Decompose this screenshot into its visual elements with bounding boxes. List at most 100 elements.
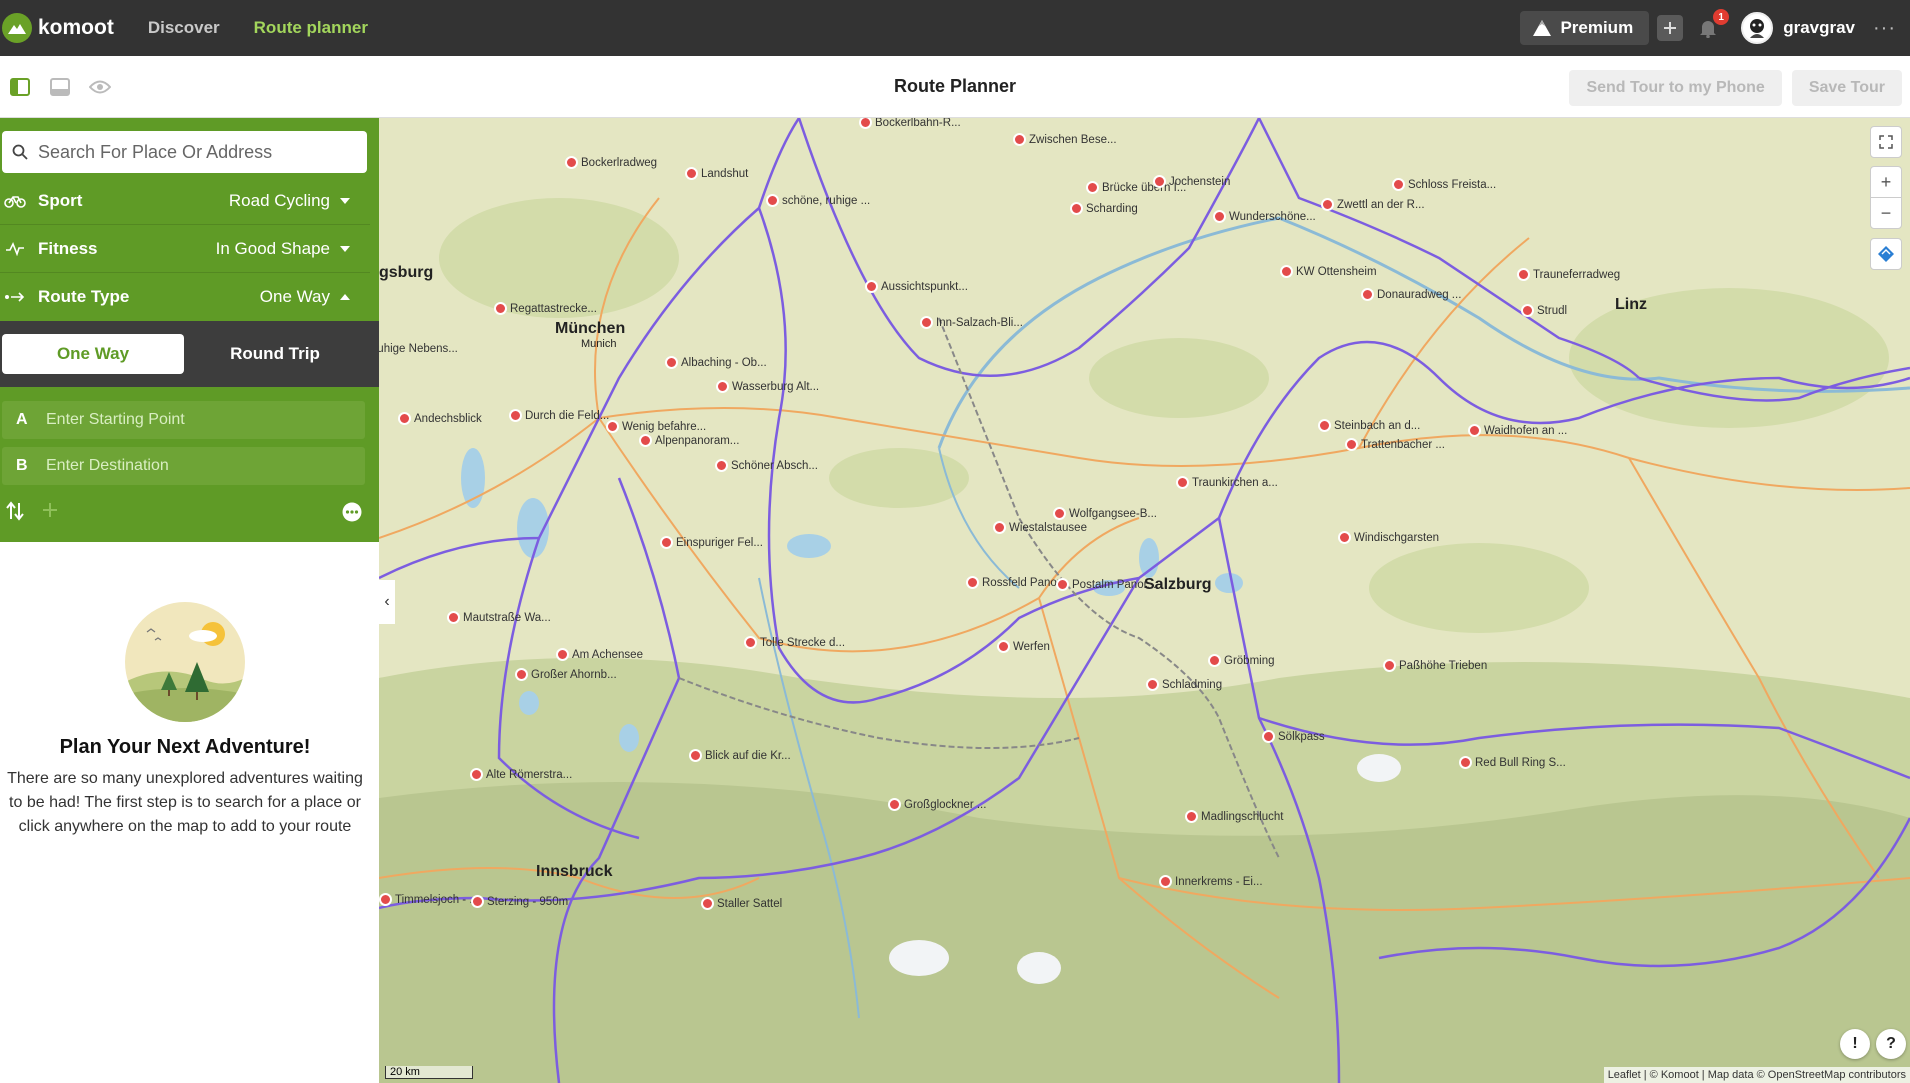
map-poi-marker[interactable]: Schladming	[1146, 678, 1222, 691]
start-point-field[interactable]: A Enter Starting Point	[2, 401, 365, 439]
map-poi-marker[interactable]: Jochenstein	[1153, 175, 1230, 188]
avatar[interactable]	[1741, 12, 1774, 44]
swap-points-icon[interactable]	[6, 501, 24, 526]
sport-selector[interactable]: Sport Road Cycling	[0, 177, 370, 225]
map-poi-marker[interactable]: Alpenpanoram...	[639, 434, 739, 447]
map-poi-marker[interactable]: Madlingschlucht	[1185, 810, 1283, 823]
map-poi-marker[interactable]: Inn-Salzach-Bli...	[920, 316, 1023, 329]
komoot-logo[interactable]: komoot	[2, 13, 114, 43]
map-poi-marker[interactable]: Wiestalstausee	[993, 521, 1087, 534]
plus-square-icon	[1664, 22, 1677, 34]
collapse-sidebar-button[interactable]: ‹	[379, 580, 395, 624]
poi-label: Schloss Freista...	[1408, 178, 1497, 191]
map-poi-marker[interactable]: Schöner Absch...	[715, 459, 818, 472]
map-poi-marker[interactable]: Alte Römerstra...	[470, 768, 572, 781]
search-input[interactable]: Search For Place Or Address	[2, 131, 367, 173]
map-poi-marker[interactable]: Blick auf die Kr...	[689, 749, 791, 762]
map-poi-marker[interactable]: Andechsblick	[398, 412, 482, 425]
map-poi-marker[interactable]: Rossfeld Panor...	[966, 576, 1070, 589]
report-issue-button[interactable]: !	[1840, 1029, 1870, 1059]
map-poi-marker[interactable]: Mautstraße Wa...	[447, 611, 551, 624]
poi-label: Innerkrems - Ei...	[1175, 875, 1263, 888]
map-poi-marker[interactable]: Großglockner ...	[888, 798, 986, 811]
poi-label: Red Bull Ring S...	[1475, 756, 1566, 769]
map-poi-marker[interactable]: Timmelsjoch - ...	[379, 893, 479, 906]
map-poi-marker[interactable]: Regattastrecke...	[494, 302, 597, 315]
map-poi-marker[interactable]: Donauradweg ...	[1361, 288, 1461, 301]
nav-route-planner[interactable]: Route planner	[254, 18, 368, 38]
add-waypoint-icon[interactable]	[42, 502, 58, 523]
route-type-selector[interactable]: Route Type One Way	[0, 273, 370, 321]
map-city-label: München	[555, 320, 626, 337]
map-attribution[interactable]: Leaflet | © Komoot | Map data © OpenStre…	[1603, 1067, 1910, 1083]
map-poi-marker[interactable]: Red Bull Ring S...	[1459, 756, 1566, 769]
one-way-option[interactable]: One Way	[2, 334, 184, 374]
map-poi-marker[interactable]: Albaching - Ob...	[665, 356, 767, 369]
map-poi-marker[interactable]: Bockerlradweg	[565, 156, 657, 169]
map-poi-marker[interactable]: Paßhöhe Trieben	[1383, 659, 1487, 672]
map-poi-marker[interactable]: Einspuriger Fel...	[660, 536, 763, 549]
map-poi-marker[interactable]: Wolfgangsee-B...	[1053, 507, 1157, 520]
zoom-out-button[interactable]: −	[1870, 197, 1902, 229]
bike-poi-icon	[859, 118, 872, 129]
map-poi-marker[interactable]: Aussichtspunkt...	[865, 280, 968, 293]
map-poi-marker[interactable]: Traunkirchen a...	[1176, 476, 1278, 489]
map-poi-marker[interactable]: KW Ottensheim	[1280, 265, 1377, 278]
nav-discover[interactable]: Discover	[148, 18, 220, 38]
map-poi-marker[interactable]: Ruhige Nebens...	[379, 342, 458, 355]
map-poi-marker[interactable]: Durch die Feld...	[509, 409, 609, 422]
poi-label: KW Ottensheim	[1296, 265, 1377, 278]
more-options-icon[interactable]	[342, 502, 362, 527]
map-poi-marker[interactable]: Bockerlbahn-R...	[859, 118, 961, 129]
help-button[interactable]: ?	[1876, 1029, 1906, 1059]
create-button[interactable]	[1657, 15, 1684, 41]
notifications-button[interactable]: 1	[1695, 9, 1730, 41]
map-poi-marker[interactable]: Wenig befahre...	[606, 420, 706, 433]
fit-view-button[interactable]	[1870, 126, 1902, 158]
map-poi-marker[interactable]: Schloss Freista...	[1392, 178, 1496, 191]
map-poi-marker[interactable]: Sölkpass	[1262, 730, 1325, 743]
map-poi-marker[interactable]: Staller Sattel	[701, 897, 782, 910]
map-poi-marker[interactable]: Großer Ahornb...	[515, 668, 617, 681]
map-poi-marker[interactable]: Wunderschöne...	[1213, 210, 1316, 223]
poi-label: Bockerlradweg	[581, 156, 658, 169]
map-poi-marker[interactable]: Innerkrems - Ei...	[1159, 875, 1263, 888]
map-poi-marker[interactable]: Trauneferradweg	[1517, 268, 1620, 281]
username[interactable]: gravgrav	[1783, 18, 1855, 38]
map-canvas[interactable]: München Munich Salzburg Innsbruck Linz g…	[379, 118, 1910, 1083]
map-poi-marker[interactable]: Strudl	[1521, 304, 1567, 317]
map-poi-marker[interactable]: Trattenbacher ...	[1345, 438, 1445, 451]
bike-poi-icon	[1208, 654, 1221, 667]
destination-field[interactable]: B Enter Destination	[2, 447, 365, 485]
map-poi-marker[interactable]: Wasserburg Alt...	[716, 380, 819, 393]
map-poi-marker[interactable]: Waidhofen an ...	[1468, 424, 1567, 437]
map-poi-marker[interactable]: Werfen	[997, 640, 1050, 653]
bike-poi-icon	[1361, 288, 1374, 301]
bike-poi-icon	[716, 380, 729, 393]
more-menu-icon[interactable]: ···	[1873, 17, 1896, 40]
map-poi-marker[interactable]: Steinbach an d...	[1318, 419, 1420, 432]
bike-poi-icon	[1053, 507, 1066, 520]
map-poi-marker[interactable]: Sterzing - 950m	[471, 895, 568, 908]
poi-label: Scharding	[1086, 202, 1138, 215]
map-poi-marker[interactable]: Gröbming	[1208, 654, 1275, 667]
send-tour-to-phone-button[interactable]: Send Tour to my Phone	[1569, 70, 1782, 106]
fitness-selector[interactable]: Fitness In Good Shape	[0, 225, 370, 273]
map-poi-marker[interactable]: Zwischen Bese...	[1013, 133, 1117, 146]
layers-icon	[1878, 246, 1894, 262]
map-poi-marker[interactable]: Am Achensee	[556, 648, 643, 661]
map-poi-marker[interactable]: Tolle Strecke d...	[744, 636, 845, 649]
map-poi-marker[interactable]: Scharding	[1070, 202, 1138, 215]
zoom-in-button[interactable]: +	[1870, 166, 1902, 198]
map-poi-marker[interactable]: Postalm Panor...	[1056, 578, 1156, 591]
map-poi-marker[interactable]: Landshut	[685, 167, 748, 180]
save-tour-button[interactable]: Save Tour	[1791, 70, 1902, 106]
map-poi-marker[interactable]: schöne, ruhige ...	[766, 194, 870, 207]
poi-label: Großglockner ...	[904, 798, 987, 811]
map-layers-button[interactable]	[1870, 238, 1902, 270]
poi-label: Regattastrecke...	[510, 302, 597, 315]
map-poi-marker[interactable]: Windischgarsten	[1338, 531, 1439, 544]
premium-button[interactable]: Premium	[1520, 11, 1650, 45]
round-trip-option[interactable]: Round Trip	[196, 334, 354, 374]
map-poi-marker[interactable]: Zwettl an der R...	[1321, 198, 1425, 211]
